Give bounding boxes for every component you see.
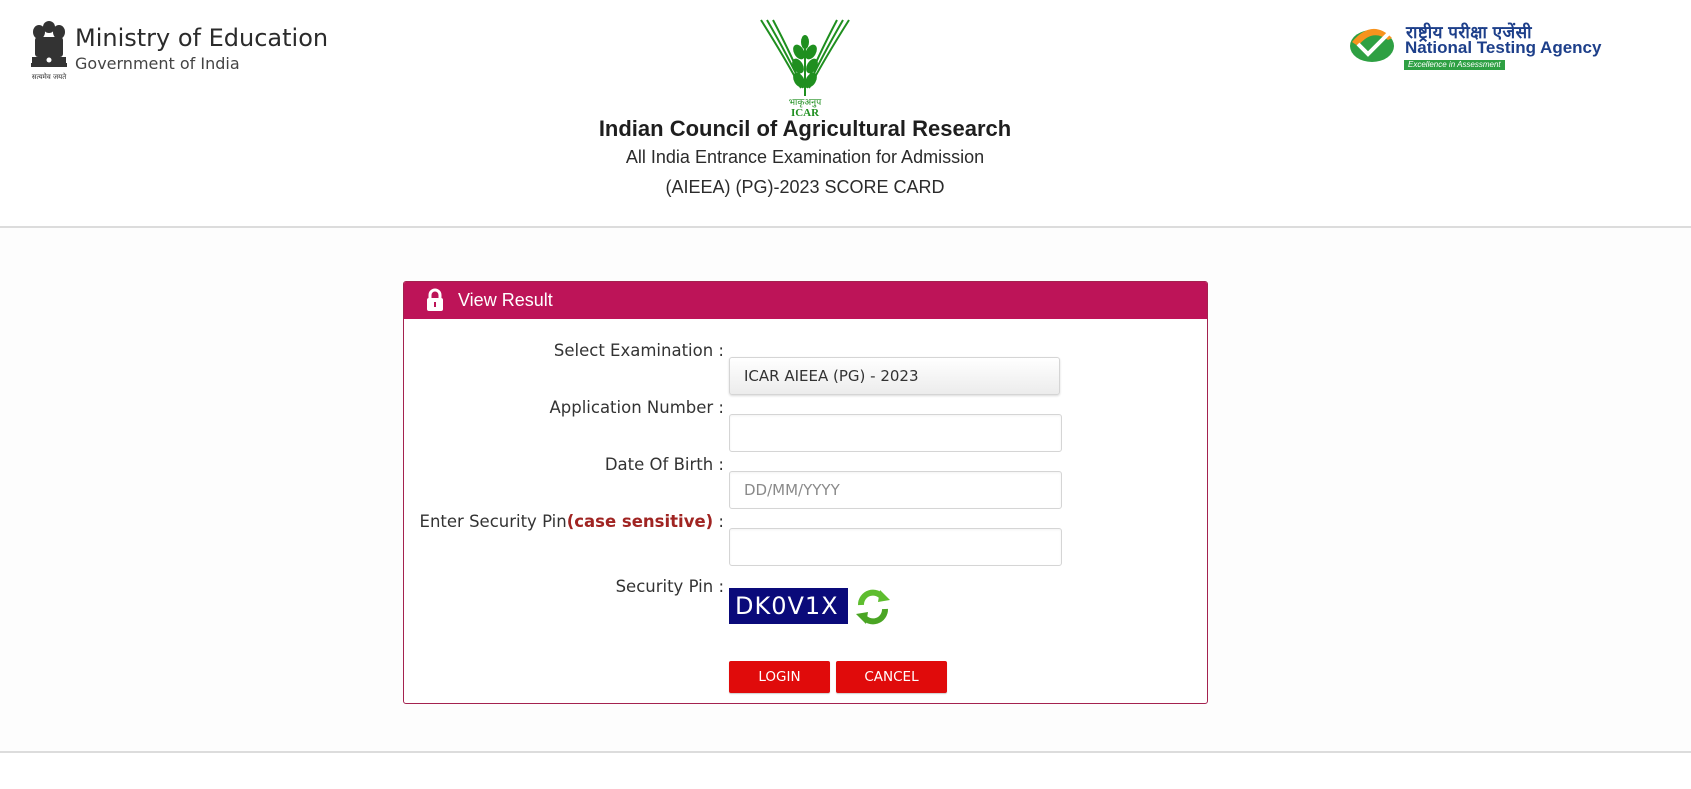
- icar-logo-icon: भाकृअनुप ICAR: [760, 19, 850, 118]
- page-subtitle: All India Entrance Examination for Admis…: [625, 147, 985, 167]
- national-emblem-icon: सत्यमेव जयते: [31, 21, 67, 81]
- page-title: Indian Council of Agricultural Research: [598, 116, 1012, 141]
- security-pin-label: Security Pin :: [615, 577, 724, 596]
- nta-check-icon: [1350, 28, 1394, 62]
- ministry-subtitle: Government of India: [75, 54, 240, 73]
- login-button[interactable]: LOGIN: [729, 661, 830, 693]
- date-of-birth-label: Date Of Birth :: [604, 455, 724, 474]
- application-number-label: Application Number :: [549, 398, 724, 417]
- security-pin-input[interactable]: [729, 528, 1062, 566]
- panel-title: View Result: [458, 290, 553, 310]
- footer-divider: [0, 751, 1691, 753]
- select-examination-label: Select Examination :: [553, 341, 724, 360]
- page-subtitle-score-card: (AIEEA) (PG)-2023 SCORE CARD: [665, 177, 945, 197]
- security-pin-label-text: Enter Security Pin: [419, 512, 567, 531]
- nta-logo: राष्ट्रीय परीक्षा एजेंसी National Testin…: [1348, 20, 1648, 72]
- nta-english-name: National Testing Agency: [1405, 38, 1602, 57]
- examination-select[interactable]: ICAR AIEEA (PG) - 2023: [729, 357, 1060, 395]
- date-of-birth-input[interactable]: [729, 471, 1062, 509]
- cancel-button[interactable]: CANCEL: [836, 661, 947, 693]
- captcha-image: DK0V1X: [729, 588, 848, 624]
- svg-text:सत्यमेव जयते: सत्यमेव जयते: [32, 72, 67, 81]
- view-result-panel: View Result Select Examination : ICAR AI…: [403, 281, 1208, 704]
- panel-header: View Result: [404, 282, 1207, 319]
- case-sensitive-note: (case sensitive): [566, 512, 714, 531]
- security-pin-input-label: Enter Security Pin(case sensitive) :: [420, 512, 724, 531]
- refresh-captcha-icon[interactable]: [853, 587, 893, 627]
- application-number-input[interactable]: [729, 414, 1062, 452]
- lock-icon: [427, 288, 443, 311]
- page-header: सत्यमेव जयते Ministry of Education Gover…: [0, 0, 1691, 228]
- security-pin-label-colon: :: [713, 512, 724, 531]
- ministry-logo: सत्यमेव जयते Ministry of Education Gover…: [27, 18, 347, 86]
- examination-select-value: ICAR AIEEA (PG) - 2023: [744, 367, 919, 385]
- ministry-title: Ministry of Education: [75, 24, 329, 52]
- nta-tagline: Excellence in Assessment: [1404, 60, 1505, 70]
